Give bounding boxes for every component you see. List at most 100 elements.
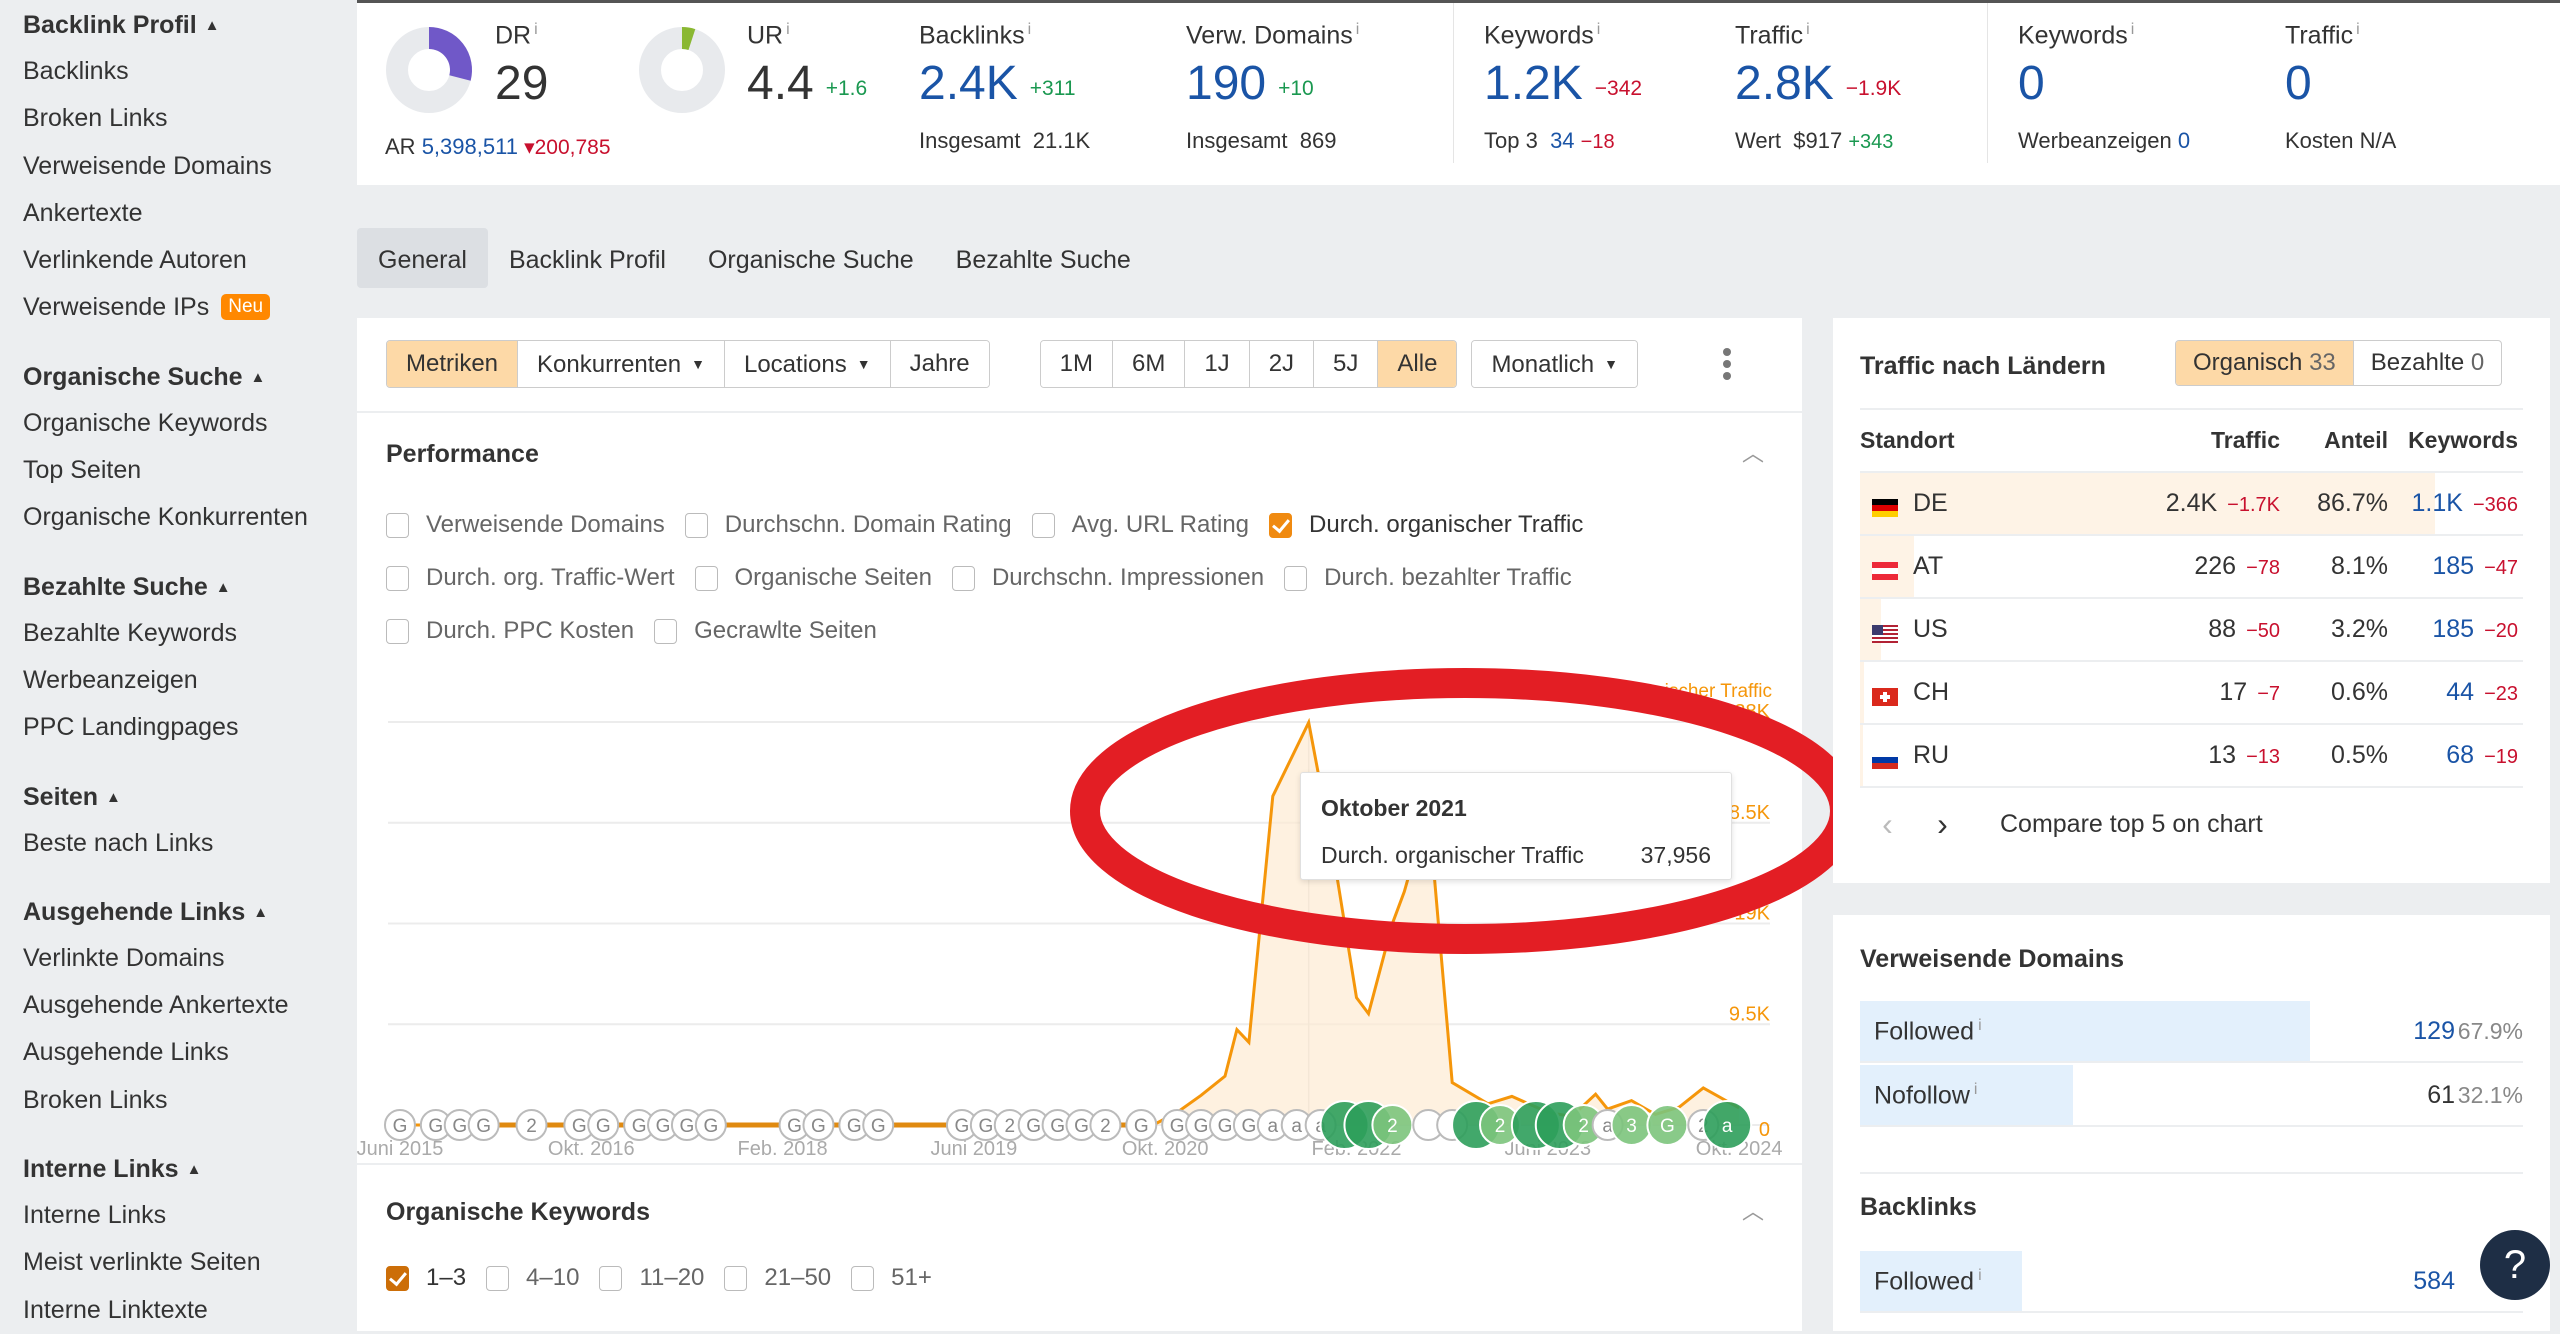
position-range-checkbox[interactable] (599, 1265, 623, 1291)
tab-paid[interactable]: Bezahlte 0 (2352, 341, 2501, 385)
info-icon[interactable]: i (1978, 1017, 1982, 1034)
metric-checkbox-label[interactable]: Organische Seiten (735, 564, 932, 592)
metric-checkbox[interactable] (951, 565, 975, 591)
keywords-value[interactable]: 1.1K (2412, 489, 2463, 517)
ar-value[interactable]: 5,398,511 (422, 134, 518, 159)
keywords-value[interactable]: 185 (2432, 615, 2474, 643)
col-keywords[interactable]: Keywords (2388, 427, 2518, 454)
sidebar-group-header[interactable]: Bezahlte Suche ▲ (0, 564, 357, 610)
info-icon[interactable]: i (1356, 21, 1360, 38)
country-row[interactable]: AT 226 −78 8.1% 185 −47 (1860, 536, 2523, 599)
sidebar-item[interactable]: Beste nach Links (0, 820, 357, 867)
compare-top5-link[interactable]: Compare top 5 on chart (2000, 810, 2263, 839)
keywords-value[interactable]: 68 (2446, 741, 2474, 769)
sidebar-item[interactable]: Broken Links (0, 1077, 357, 1124)
metric-checkbox-label[interactable]: Durchschn. Impressionen (992, 564, 1264, 592)
ref-domains-value[interactable]: 190 (1186, 57, 1266, 110)
sidebar-item[interactable]: Bezahlte Keywords (0, 610, 357, 657)
position-range-checkbox[interactable] (486, 1265, 510, 1291)
sidebar-item[interactable]: Meist verlinkte Seiten (0, 1239, 357, 1286)
interval-dropdown[interactable]: Monatlich ▼ (1471, 340, 1639, 388)
range-button-5j[interactable]: 5J (1314, 341, 1379, 387)
col-location[interactable]: Standort (1860, 427, 2120, 454)
sidebar-item[interactable]: Organische Konkurrenten (0, 494, 357, 541)
metric-checkbox[interactable] (1269, 512, 1293, 538)
metric-checkbox[interactable] (694, 565, 718, 591)
link-count[interactable]: 129 (2413, 1017, 2455, 1046)
info-icon[interactable]: i (534, 21, 538, 38)
tab-backlink-profil[interactable]: Backlink Profil (488, 228, 687, 288)
info-icon[interactable]: i (1028, 21, 1032, 38)
sidebar-item[interactable]: Ausgehende Links (0, 1029, 357, 1076)
metric-checkbox-label[interactable]: Verweisende Domains (426, 511, 665, 539)
sidebar-item[interactable]: Werbeanzeigen (0, 657, 357, 704)
range-button-1j[interactable]: 1J (1185, 341, 1250, 387)
country-row[interactable]: DE 2.4K −1.7K 86.7% 1.1K −366 (1860, 473, 2523, 536)
range-button-alle[interactable]: Alle (1378, 341, 1457, 387)
metric-checkbox[interactable] (1031, 512, 1055, 538)
range-button-2j[interactable]: 2J (1249, 341, 1315, 387)
metric-checkbox[interactable] (684, 512, 708, 538)
position-range-label[interactable]: 21–50 (764, 1264, 831, 1292)
sidebar-item[interactable]: Backlinks (0, 48, 357, 95)
link-type-row[interactable]: Followedi58424. (1860, 1251, 2523, 1313)
sidebar-group-header[interactable]: Organische Suche ▲ (0, 354, 357, 400)
view-button-jahre[interactable]: Jahre (890, 341, 989, 387)
info-icon[interactable]: i (2131, 21, 2135, 38)
sidebar-item[interactable]: PPC Landingpages (0, 704, 357, 751)
metric-checkbox-label[interactable]: Avg. URL Rating (1072, 511, 1249, 539)
backlinks-value[interactable]: 2.4K (919, 57, 1018, 110)
chevron-up-icon[interactable]: ︿ (1742, 1194, 1764, 1226)
sidebar-group-header[interactable]: Interne Links ▲ (0, 1146, 357, 1192)
view-button-locations[interactable]: Locations ▼ (724, 341, 891, 387)
metric-checkbox[interactable] (386, 565, 409, 591)
view-button-konkurrenten[interactable]: Konkurrenten ▼ (518, 341, 725, 387)
metric-checkbox-label[interactable]: Durch. organischer Traffic (1309, 511, 1583, 539)
metric-checkbox-label[interactable]: Durchschn. Domain Rating (725, 511, 1012, 539)
position-range-checkbox[interactable] (851, 1265, 875, 1291)
tab-general[interactable]: General (357, 228, 488, 288)
keywords-value[interactable]: 44 (2446, 678, 2474, 706)
sidebar-item[interactable]: Verweisende IPs Neu (0, 284, 357, 331)
tab-organische-suche[interactable]: Organische Suche (687, 228, 935, 288)
chevron-up-icon[interactable]: ︿ (1742, 436, 1764, 468)
col-traffic[interactable]: Traffic (2120, 427, 2280, 454)
sidebar-item[interactable]: Interne Links (0, 1192, 357, 1239)
metric-checkbox-label[interactable]: Gecrawlte Seiten (694, 617, 877, 645)
info-icon[interactable]: i (2356, 21, 2360, 38)
sidebar-item[interactable]: Verlinkende Autoren (0, 237, 357, 284)
top3-value[interactable]: 34 (1550, 128, 1574, 153)
link-type-row[interactable]: Followed i 129 67.9% (1860, 1001, 2523, 1063)
range-button-6m[interactable]: 6M (1112, 341, 1186, 387)
position-range-checkbox[interactable] (386, 1265, 409, 1291)
position-range-label[interactable]: 1–3 (426, 1264, 466, 1292)
position-range-checkbox[interactable] (724, 1265, 748, 1291)
sidebar-group-header[interactable]: Seiten ▲ (0, 774, 357, 820)
sidebar-group-header[interactable]: Ausgehende Links ▲ (0, 889, 357, 935)
range-button-1m[interactable]: 1M (1040, 341, 1113, 387)
info-icon[interactable]: i (1978, 1267, 1982, 1284)
sidebar-item[interactable]: Verlinkte Domains (0, 935, 357, 982)
chevron-left-icon[interactable]: ‹ (1860, 806, 1915, 843)
more-options-icon[interactable] (1722, 348, 1732, 382)
paid-keywords-value[interactable]: 0 (2018, 56, 2190, 112)
metric-checkbox-label[interactable]: Durch. PPC Kosten (426, 617, 634, 645)
metric-checkbox[interactable] (1284, 565, 1308, 591)
sidebar-item[interactable]: Top Seiten (0, 447, 357, 494)
keywords-value[interactable]: 185 (2432, 552, 2474, 580)
sidebar-item[interactable]: Ankertexte (0, 190, 357, 237)
sidebar-item[interactable]: Verweisende Domains (0, 143, 357, 190)
org-traffic-value[interactable]: 2.8K (1735, 57, 1834, 110)
position-range-label[interactable]: 4–10 (526, 1264, 579, 1292)
sidebar-item[interactable]: Broken Links (0, 95, 357, 142)
org-keywords-value[interactable]: 1.2K (1484, 57, 1583, 110)
view-button-metriken[interactable]: Metriken (387, 341, 519, 387)
country-row[interactable]: CH 17 −7 0.6% 44 −23 (1860, 662, 2523, 725)
sidebar-item[interactable]: Ausgehende Ankertexte (0, 982, 357, 1029)
help-button[interactable]: ? (2480, 1230, 2550, 1300)
info-icon[interactable]: i (1806, 21, 1810, 38)
tab-organic[interactable]: Organisch 33 (2176, 341, 2353, 385)
ads-value[interactable]: 0 (2178, 128, 2190, 153)
link-count[interactable]: 584 (2413, 1267, 2455, 1296)
position-range-label[interactable]: 51+ (891, 1264, 932, 1292)
